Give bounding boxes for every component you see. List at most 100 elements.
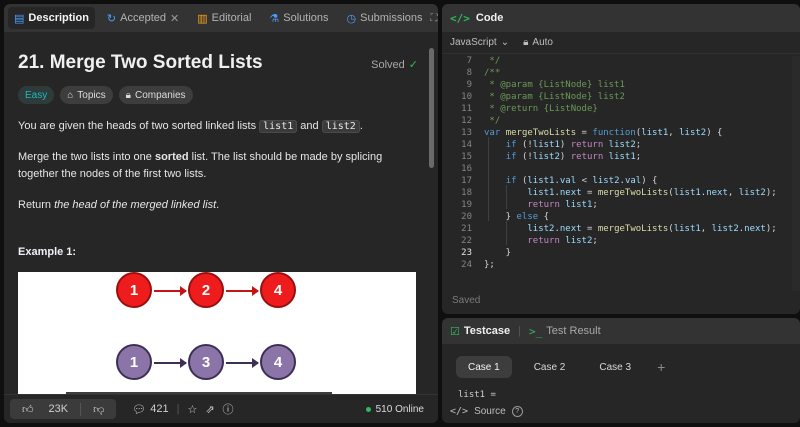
line-number: 13 xyxy=(461,128,472,138)
problem-paragraph-3: Return the head of the merged linked lis… xyxy=(18,199,220,211)
line-number: 21 xyxy=(461,224,472,234)
solved-status: Solved ✓ xyxy=(371,58,418,72)
description-scrollbar[interactable] xyxy=(429,42,435,392)
line-number: 15 xyxy=(461,152,472,162)
code-line: return list2; xyxy=(527,236,598,246)
line-number: 7 xyxy=(466,56,472,66)
line-number: 14 xyxy=(461,140,472,150)
companies-button[interactable]: 🔒︎ Companies xyxy=(118,86,193,104)
code-line: } else { xyxy=(484,212,550,222)
tab-description[interactable]: ▤ Description xyxy=(8,7,95,29)
source-button[interactable]: Source xyxy=(474,406,506,417)
line-number: 17 xyxy=(461,176,472,186)
topics-button[interactable]: ⌂ Topics xyxy=(60,86,113,104)
help-icon[interactable]: ⓘ xyxy=(223,401,234,417)
example-title: Example 1: xyxy=(18,246,77,258)
scrollbar-thumb[interactable] xyxy=(429,48,434,168)
line-number: 9 xyxy=(466,80,472,90)
line-number: 18 xyxy=(461,188,472,198)
line-number: 24 xyxy=(461,260,472,270)
history-icon: ↻ xyxy=(106,12,117,25)
testcase-header: ☑ Testcase | >_ Test Result xyxy=(442,318,800,344)
like-dislike-group: 👍︎ 23K 👎︎ xyxy=(10,399,117,419)
code-line: list1.next = mergeTwoLists(list1.next, l… xyxy=(527,188,777,198)
source-bar: </> Source ? xyxy=(450,406,523,417)
line-number: 19 xyxy=(461,200,472,210)
list2-node: 1 xyxy=(116,344,152,380)
code-editor[interactable]: 7 */ 8 /** 9 * @param {ListNode} list1 1… xyxy=(442,56,800,291)
online-indicator: 510 Online xyxy=(365,404,432,415)
line-number: 12 xyxy=(461,116,472,126)
editor-scrollbar[interactable] xyxy=(792,56,800,291)
editor-toolbar: JavaScript ⌄ 🔒︎ Auto xyxy=(442,32,800,54)
save-status: Saved xyxy=(452,295,481,306)
tab-testcase[interactable]: ☑ Testcase xyxy=(450,325,510,338)
description-footer: 👍︎ 23K 👎︎ 💬︎ 421 | ☆ ⇗ ⓘ 510 Online xyxy=(4,394,438,423)
comments-button[interactable]: 💬︎ 421 xyxy=(132,403,168,416)
code-line: * @return {ListNode} xyxy=(484,104,598,114)
list1-node: 4 xyxy=(260,272,296,308)
problem-paragraph-2: Merge the two lists into one sorted list… xyxy=(18,151,383,180)
list1-node: 2 xyxy=(188,272,224,308)
description-panel: ▤ Description ↻ Accepted ✕ ▥ Editorial ⚗… xyxy=(4,4,438,423)
line-number: 10 xyxy=(461,92,472,102)
case-tab-1[interactable]: Case 1 xyxy=(456,356,512,378)
problem-paragraph-1: You are given the heads of two sorted li… xyxy=(18,120,363,133)
like-button[interactable]: 👍︎ 23K xyxy=(10,403,80,416)
code-line: }; xyxy=(484,260,495,270)
code-line: * @param {ListNode} list1 xyxy=(484,80,625,90)
code-line: return list1; xyxy=(527,200,598,210)
comment-icon: 💬︎ xyxy=(132,403,147,416)
code-line: */ xyxy=(484,56,501,66)
code-line: /** xyxy=(484,68,501,78)
code-line: if (list1.val < list2.val) { xyxy=(505,176,658,186)
flask-icon: ⚗ xyxy=(269,12,280,25)
line-number: 23 xyxy=(461,248,472,258)
document-icon: ▤ xyxy=(14,12,25,25)
code-line: if (!list1) return list2; xyxy=(505,140,642,150)
dislike-button[interactable]: 👎︎ xyxy=(80,402,116,416)
share-icon[interactable]: ⇗ xyxy=(205,403,214,416)
testcase-panel: ☑ Testcase | >_ Test Result Case 1 Case … xyxy=(442,318,800,423)
auto-mode-toggle[interactable]: 🔒︎ Auto xyxy=(523,37,553,48)
star-icon[interactable]: ☆ xyxy=(187,403,197,416)
tab-solutions[interactable]: ⚗ Solutions xyxy=(263,7,334,29)
code-line: } xyxy=(484,248,512,258)
problem-tabbar: ▤ Description ↻ Accepted ✕ ▥ Editorial ⚗… xyxy=(4,4,438,32)
case-tab-2[interactable]: Case 2 xyxy=(522,356,578,378)
code-icon: </> xyxy=(450,406,469,417)
code-line: * @param {ListNode} list2 xyxy=(484,92,625,102)
input-label: list1 = xyxy=(458,390,496,400)
code-panel: </> Code JavaScript ⌄ 🔒︎ Auto 7 */ 8 /**… xyxy=(442,4,800,314)
tab-accepted[interactable]: ↻ Accepted ✕ xyxy=(101,7,185,29)
code-list1: list1 xyxy=(259,120,298,133)
thumbs-up-icon: 👍︎ xyxy=(22,403,34,416)
example-figure: 1 2 4 1 3 4 xyxy=(18,272,416,394)
code-header: </> Code xyxy=(442,4,800,32)
add-case-icon[interactable]: + xyxy=(653,359,669,375)
divider: | xyxy=(518,325,522,337)
code-line: var mergeTwoLists = function(list1, list… xyxy=(484,128,723,138)
line-number: 11 xyxy=(461,104,472,114)
line-number: 20 xyxy=(461,212,472,222)
language-select[interactable]: JavaScript ⌄ xyxy=(450,37,509,48)
case-tabs: Case 1 Case 2 Case 3 + xyxy=(442,356,800,378)
tab-submissions[interactable]: ◷ Submissions xyxy=(341,7,429,29)
tab-test-result[interactable]: >_ Test Result xyxy=(529,325,601,338)
tab-editorial[interactable]: ▥ Editorial xyxy=(191,7,257,29)
line-number: 22 xyxy=(461,236,472,246)
code-line: list2.next = mergeTwoLists(list1, list2.… xyxy=(527,224,777,234)
close-icon[interactable]: ✕ xyxy=(170,12,179,25)
code-line: if (!list2) return list1; xyxy=(505,152,642,162)
online-dot-icon xyxy=(365,406,371,412)
code-list2: list2 xyxy=(321,120,360,133)
expand-icon[interactable]: ⛶ xyxy=(431,13,438,24)
tag-icon: ⌂ xyxy=(67,89,74,101)
code-line: */ xyxy=(484,116,501,126)
chevron-down-icon: ⌄ xyxy=(500,37,510,48)
thumbs-down-icon: 👎︎ xyxy=(93,403,105,416)
checkbox-icon: ☑ xyxy=(450,325,460,338)
list2-node: 3 xyxy=(188,344,224,380)
case-tab-3[interactable]: Case 3 xyxy=(587,356,643,378)
help-icon[interactable]: ? xyxy=(511,406,523,417)
